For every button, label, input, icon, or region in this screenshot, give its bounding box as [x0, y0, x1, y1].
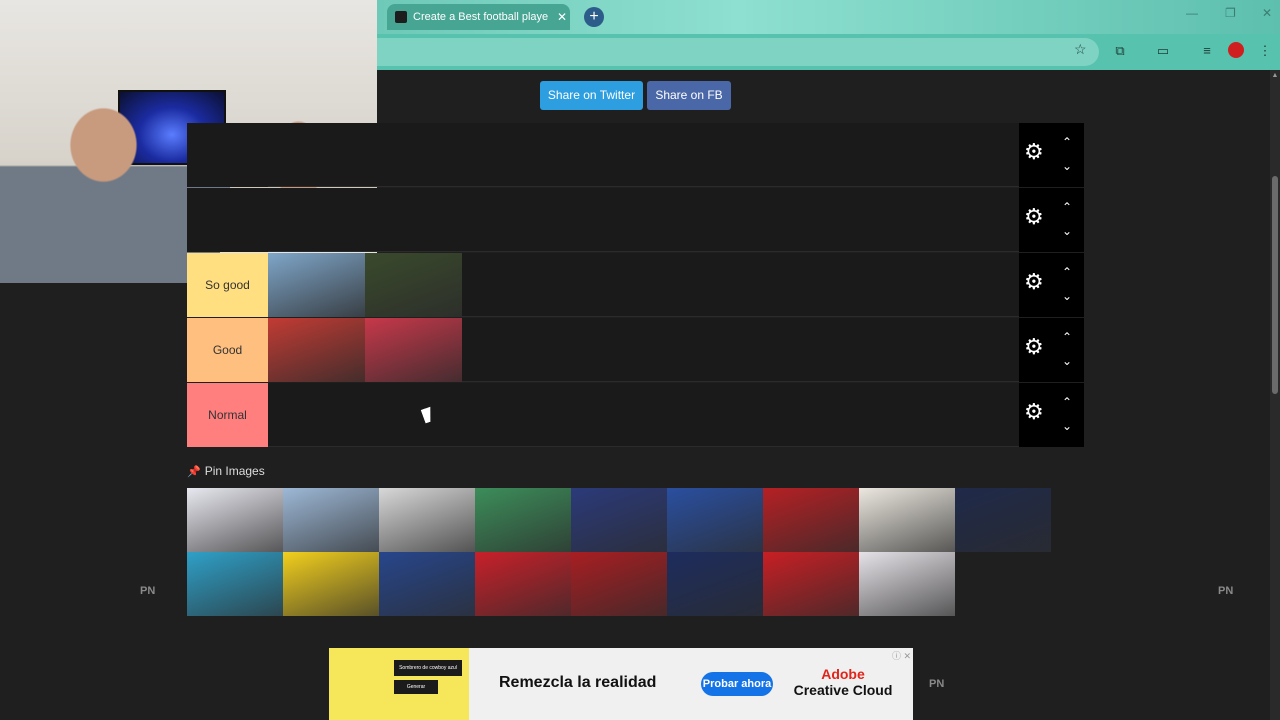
- ad-brand-line1: Adobe: [821, 666, 865, 682]
- menu-kebab-icon[interactable]: ⋮: [1257, 43, 1273, 59]
- ad-banner[interactable]: Sombrero de cowboy azul Generar Remezcla…: [329, 648, 913, 720]
- close-window-icon[interactable]: ✕: [1262, 6, 1272, 20]
- player-thumbnail[interactable]: [667, 488, 763, 552]
- player-thumbnail[interactable]: [763, 552, 859, 616]
- page-scrollbar[interactable]: ▲: [1270, 70, 1280, 720]
- pin-images-header[interactable]: 📌 Pin Images: [187, 464, 265, 478]
- tier-label[interactable]: Normal: [187, 383, 268, 447]
- pin-images-label: Pin Images: [204, 464, 265, 478]
- share-fb-button[interactable]: Share on FB: [647, 81, 731, 110]
- extensions-icon[interactable]: ⧉: [1112, 43, 1128, 59]
- ad-brand-line2: Creative Cloud: [793, 682, 893, 698]
- tier-label[interactable]: [187, 188, 268, 252]
- ad-close-icon[interactable]: ⓘ ✕: [892, 649, 911, 662]
- move-up-icon[interactable]: ⌃: [1059, 395, 1075, 409]
- move-up-icon[interactable]: ⌃: [1059, 135, 1075, 149]
- gear-icon[interactable]: ⚙: [1024, 271, 1046, 293]
- scroll-up-arrow-icon[interactable]: ▲: [1270, 72, 1280, 79]
- tier-label[interactable]: [187, 123, 268, 187]
- address-bar[interactable]: [377, 38, 1099, 66]
- gear-icon[interactable]: ⚙: [1024, 206, 1046, 228]
- player-thumbnail[interactable]: [379, 552, 475, 616]
- move-down-icon[interactable]: ⌄: [1059, 224, 1075, 238]
- share-twitter-button[interactable]: Share on Twitter: [540, 81, 643, 110]
- tier-controls: ⚙ ⌃ ⌄: [1019, 253, 1084, 317]
- player-thumbnail[interactable]: [268, 253, 365, 317]
- browser-tab-bar: Create a Best football players T ✕ + — ❐…: [377, 0, 1280, 34]
- new-tab-button[interactable]: +: [584, 7, 604, 27]
- player-thumbnail[interactable]: [571, 552, 667, 616]
- move-up-icon[interactable]: ⌃: [1059, 265, 1075, 279]
- player-thumbnail[interactable]: [187, 488, 283, 552]
- tier-row: ⚙ ⌃ ⌄: [187, 123, 1084, 187]
- player-thumbnail[interactable]: [475, 488, 571, 552]
- media-icon[interactable]: ≡: [1199, 43, 1215, 59]
- site-favicon-icon: [395, 11, 407, 23]
- image-pool: [187, 488, 1053, 616]
- ad-generate-button: Generar: [394, 680, 438, 694]
- player-thumbnail[interactable]: [365, 318, 462, 382]
- player-thumbnail[interactable]: [859, 552, 955, 616]
- player-thumbnail[interactable]: [365, 253, 462, 317]
- maximize-icon[interactable]: ❐: [1225, 6, 1236, 20]
- minimize-icon[interactable]: —: [1186, 6, 1198, 20]
- player-thumbnail[interactable]: [283, 552, 379, 616]
- tier-controls: ⚙ ⌃ ⌄: [1019, 123, 1084, 187]
- tier-label[interactable]: So good: [187, 253, 268, 317]
- tier-row: Normal ⚙ ⌃ ⌄: [187, 383, 1084, 447]
- tier-row: So good ⚙ ⌃ ⌄: [187, 253, 1084, 317]
- pn-watermark-ad: PN: [929, 678, 945, 690]
- player-thumbnail[interactable]: [187, 552, 283, 616]
- gear-icon[interactable]: ⚙: [1024, 336, 1046, 358]
- gear-icon[interactable]: ⚙: [1024, 401, 1046, 423]
- tier-label[interactable]: Good: [187, 318, 268, 382]
- ad-headline: Remezcla la realidad: [499, 674, 657, 691]
- tab-title: Create a Best football players T: [413, 11, 548, 23]
- tier-controls: ⚙ ⌃ ⌄: [1019, 188, 1084, 252]
- gear-icon[interactable]: ⚙: [1024, 141, 1046, 163]
- tier-items: [268, 318, 462, 382]
- move-down-icon[interactable]: ⌄: [1059, 289, 1075, 303]
- player-thumbnail[interactable]: [667, 552, 763, 616]
- move-up-icon[interactable]: ⌃: [1059, 330, 1075, 344]
- pn-watermark-left: PN: [140, 585, 156, 597]
- tier-controls: ⚙ ⌃ ⌄: [1019, 318, 1084, 382]
- move-up-icon[interactable]: ⌃: [1059, 200, 1075, 214]
- scrollbar-thumb[interactable]: [1272, 176, 1278, 394]
- player-thumbnail[interactable]: [475, 552, 571, 616]
- tier-controls: ⚙ ⌃ ⌄: [1019, 383, 1084, 447]
- player-thumbnail[interactable]: [379, 488, 475, 552]
- player-thumbnail[interactable]: [571, 488, 667, 552]
- pn-watermark-right: PN: [1218, 585, 1234, 597]
- pin-icon: 📌: [187, 465, 201, 478]
- player-thumbnail[interactable]: [859, 488, 955, 552]
- profile-avatar-icon[interactable]: [1228, 42, 1244, 58]
- player-thumbnail[interactable]: [955, 488, 1051, 552]
- move-down-icon[interactable]: ⌄: [1059, 419, 1075, 433]
- ad-prompt-box: Sombrero de cowboy azul: [394, 660, 462, 676]
- player-thumbnail[interactable]: [268, 318, 365, 382]
- browser-tab[interactable]: Create a Best football players T ✕: [387, 4, 570, 30]
- move-down-icon[interactable]: ⌄: [1059, 354, 1075, 368]
- move-down-icon[interactable]: ⌄: [1059, 159, 1075, 173]
- player-thumbnail[interactable]: [763, 488, 859, 552]
- tab-close-icon[interactable]: ✕: [554, 10, 570, 24]
- tier-items: [268, 253, 462, 317]
- tier-row: Good ⚙ ⌃ ⌄: [187, 318, 1084, 382]
- tier-row: ⚙ ⌃ ⌄: [187, 188, 1084, 252]
- ad-brand: Adobe Creative Cloud: [788, 666, 898, 698]
- browser-toolbar: ☆ ⧉ ▭ ≡ ⋮: [377, 34, 1280, 70]
- cast-icon[interactable]: ▭: [1155, 43, 1171, 59]
- player-thumbnail[interactable]: [283, 488, 379, 552]
- ad-cta-button[interactable]: Probar ahora: [701, 672, 773, 696]
- bookmark-star-icon[interactable]: ☆: [1074, 41, 1087, 58]
